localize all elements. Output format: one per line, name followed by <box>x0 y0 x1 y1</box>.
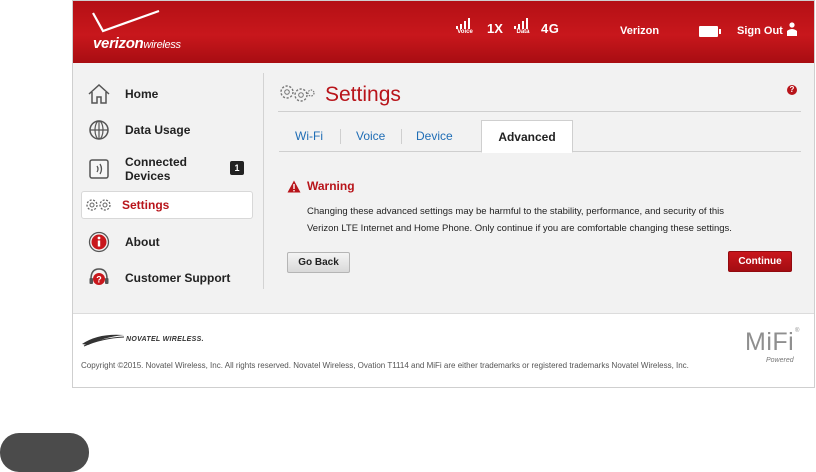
sidebar-item-label: Home <box>125 87 159 101</box>
phone-home-button[interactable] <box>0 433 89 472</box>
header-bar: verizonwireless Voice 1X Data 4G Verizon… <box>73 1 814 63</box>
mifi-powered-text: Powered <box>766 357 794 364</box>
devices-icon <box>89 159 109 179</box>
page-title: Settings <box>325 83 401 106</box>
brand-suffix: wireless <box>143 39 181 51</box>
info-icon <box>88 231 110 253</box>
tab-separator <box>401 129 402 144</box>
tab-bar: Wi-Fi Voice Device Advanced <box>279 120 801 153</box>
sidebar-item-label: Data Usage <box>125 123 191 137</box>
tab-wifi[interactable]: Wi-Fi <box>295 129 323 143</box>
data-signal-icon: Data <box>513 17 533 35</box>
copyright-text: Copyright ©2015. Novatel Wireless, Inc. … <box>81 361 689 370</box>
sidebar-item-connected-devices[interactable]: Connected Devices 1 <box>81 151 253 187</box>
go-back-button[interactable]: Go Back <box>287 252 350 273</box>
sidebar-item-data-usage[interactable]: Data Usage <box>81 115 253 145</box>
sidebar-item-label: Connected Devices <box>125 155 188 183</box>
tab-separator <box>340 129 341 144</box>
gears-icon <box>86 199 111 211</box>
globe-icon <box>89 120 109 140</box>
tab-voice[interactable]: Voice <box>356 129 385 143</box>
sidebar-item-about[interactable]: About <box>81 227 253 257</box>
settings-gears-icon <box>280 85 315 102</box>
sidebar-item-label: Customer Support <box>125 271 231 285</box>
sidebar-item-customer-support[interactable]: ? Customer Support <box>81 263 253 293</box>
warning-title: Warning <box>307 179 355 193</box>
sidebar-item-settings[interactable]: Settings <box>81 191 253 219</box>
tab-advanced[interactable]: Advanced <box>481 120 573 153</box>
tab-device[interactable]: Device <box>416 129 453 143</box>
brand-name: verizon <box>93 35 144 52</box>
voice-caption: Voice <box>457 29 473 35</box>
data-caption: Data <box>516 29 530 35</box>
network-4g: 4G <box>541 21 560 36</box>
battery-icon <box>699 26 721 37</box>
warning-message-line2: Verizon LTE Internet and Home Phone. Onl… <box>307 223 732 234</box>
novatel-wireless-wordmark: NOVATEL WIRELESS. <box>126 336 204 343</box>
warning-icon <box>287 180 301 193</box>
title-divider <box>278 111 801 112</box>
network-1x: 1X <box>487 21 503 36</box>
mifi-logo: MiFi <box>745 328 795 356</box>
continue-button[interactable]: Continue <box>728 251 792 272</box>
footer: NOVATEL WIRELESS. MiFi ® Powered Copyrig… <box>73 313 814 387</box>
sidebar: Home Data Usage Connected Devices 1 Sett… <box>73 63 263 288</box>
warning-message-line1: Changing these advanced settings may be … <box>307 206 724 217</box>
help-icon[interactable]: ? <box>787 85 797 95</box>
user-icon[interactable] <box>787 22 797 36</box>
sign-out-link[interactable]: Sign Out <box>737 25 783 37</box>
home-icon <box>88 83 110 104</box>
sidebar-divider <box>263 73 264 289</box>
sidebar-item-label: Settings <box>122 198 170 212</box>
sidebar-item-label: About <box>125 235 160 249</box>
verizon-check-icon <box>92 9 160 33</box>
support-icon: ? <box>89 268 109 285</box>
carrier-name: Verizon <box>620 25 660 37</box>
voice-signal-icon: Voice <box>455 17 475 35</box>
verizon-logo: verizonwireless <box>91 9 231 53</box>
app-window: verizonwireless Voice 1X Data 4G Verizon… <box>72 0 815 388</box>
connected-count-badge: 1 <box>230 161 244 175</box>
main-content: Settings ? Wi-Fi Voice Device Advanced W… <box>265 63 814 303</box>
svg-text:?: ? <box>96 275 102 285</box>
mifi-registered-mark: ® <box>795 328 800 334</box>
sidebar-item-home[interactable]: Home <box>81 79 253 109</box>
